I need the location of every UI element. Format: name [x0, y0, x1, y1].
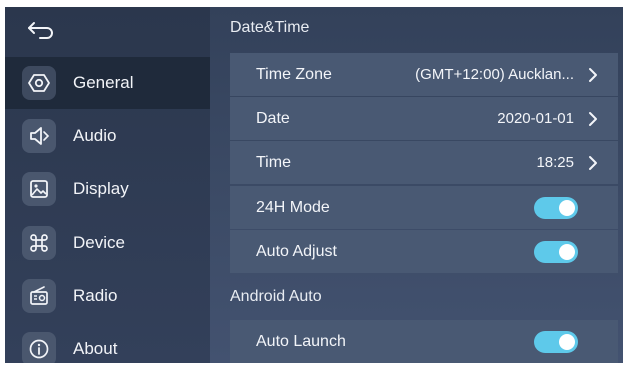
sidebar-item-label: Display: [73, 179, 129, 198]
section-title-android-auto: Android Auto: [230, 288, 322, 305]
sidebar-item-label: General: [73, 73, 134, 92]
info-icon: [22, 332, 56, 363]
sidebar-item-display[interactable]: Display: [5, 163, 210, 215]
toggle-knob: [559, 199, 575, 216]
auto-adjust-label: Auto Adjust: [256, 242, 337, 260]
time-row[interactable]: Time 18:25: [230, 141, 618, 184]
chevron-right-icon: [589, 111, 597, 126]
auto-launch-label: Auto Launch: [256, 332, 346, 350]
toggle-knob: [559, 333, 575, 350]
sidebar-item-general[interactable]: General: [5, 57, 210, 109]
time-value: 18:25: [536, 154, 574, 171]
chevron-right-icon: [589, 155, 597, 170]
auto-launch-row: Auto Launch: [230, 320, 618, 363]
section-title-datetime: Date&Time: [230, 19, 310, 36]
date-row[interactable]: Date 2020-01-01: [230, 97, 618, 140]
sidebar-item-label: About: [73, 339, 118, 358]
24h-mode-label: 24H Mode: [256, 198, 330, 216]
general-settings-icon: [22, 66, 56, 100]
sidebar-item-label: Audio: [73, 126, 117, 145]
timezone-value: (GMT+12:00) Aucklan...: [415, 66, 574, 83]
sidebar-item-audio[interactable]: Audio: [5, 110, 210, 162]
auto-launch-toggle[interactable]: [534, 330, 578, 353]
radio-icon: [22, 279, 56, 313]
sidebar: General Audio Display Device Radio About: [5, 7, 210, 363]
settings-screen: General Audio Display Device Radio About…: [5, 7, 623, 363]
24h-mode-toggle[interactable]: [534, 196, 578, 219]
time-label: Time: [256, 153, 291, 171]
image-icon: [22, 172, 56, 206]
date-label: Date: [256, 109, 290, 127]
timezone-row[interactable]: Time Zone (GMT+12:00) Aucklan...: [230, 53, 618, 96]
settings-panel: Date&Time Time Zone (GMT+12:00) Aucklan.…: [210, 7, 623, 363]
sidebar-item-label: Device: [73, 233, 125, 252]
back-arrow-icon: [28, 22, 53, 39]
24h-mode-row: 24H Mode: [230, 186, 618, 229]
sidebar-item-device[interactable]: Device: [5, 217, 210, 269]
back-button[interactable]: [5, 7, 210, 53]
auto-adjust-toggle[interactable]: [534, 240, 578, 263]
auto-adjust-row: Auto Adjust: [230, 230, 618, 273]
speaker-icon: [22, 119, 56, 153]
toggle-knob: [559, 243, 575, 260]
date-value: 2020-01-01: [497, 110, 574, 127]
sidebar-item-about[interactable]: About: [5, 323, 210, 363]
sidebar-item-radio[interactable]: Radio: [5, 270, 210, 322]
timezone-label: Time Zone: [256, 65, 332, 83]
chevron-right-icon: [589, 67, 597, 82]
command-key-icon: [22, 226, 56, 260]
sidebar-item-label: Radio: [73, 286, 118, 305]
